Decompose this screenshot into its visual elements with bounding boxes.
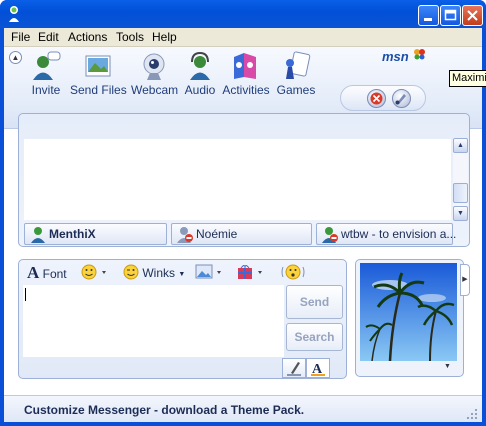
formatting-toolbar: A Font Winks ▼ xyxy=(19,260,346,284)
text-cursor xyxy=(25,288,26,301)
audio-label: Audio xyxy=(184,83,216,97)
msn-logo: msn xyxy=(382,49,409,64)
messenger-app-icon[interactable] xyxy=(6,5,22,23)
games-label: Games xyxy=(276,83,316,97)
conversation-panel: ▲ ▼ MenthiX Noémie wtbw - to envision a.… xyxy=(18,113,470,247)
status-bar: Customize Messenger - download a Theme P… xyxy=(4,395,482,422)
close-icon xyxy=(467,10,478,21)
block-icon xyxy=(370,92,383,105)
menu-tools[interactable]: Tools xyxy=(116,30,144,44)
message-input[interactable] xyxy=(23,285,284,357)
menu-file[interactable]: File xyxy=(11,30,30,44)
font-label: Font xyxy=(42,267,67,281)
scroll-thumb[interactable] xyxy=(453,183,468,203)
menu-help[interactable]: Help xyxy=(152,30,177,44)
games-icon xyxy=(286,51,311,79)
round-button-group xyxy=(340,85,426,111)
nudge-button[interactable] xyxy=(281,263,305,281)
pen-icon xyxy=(287,362,301,376)
text-icon: A xyxy=(311,362,325,377)
contact-tab-noemie[interactable]: Noémie xyxy=(171,223,312,245)
audio-button[interactable]: Audio xyxy=(182,51,218,97)
expand-side-panel-tab[interactable]: ▶ xyxy=(460,264,470,296)
winks-button[interactable]: Winks ▼ xyxy=(123,263,185,281)
messenger-window: File Edit Actions Tools Help ▲ Invite Se… xyxy=(0,0,486,426)
contact-busy-icon xyxy=(322,227,338,243)
maximize-tooltip: Maximize xyxy=(449,70,486,87)
send-files-icon xyxy=(85,55,111,77)
close-button[interactable] xyxy=(462,5,483,26)
background-button[interactable] xyxy=(195,263,225,281)
webcam-icon xyxy=(143,53,165,80)
emoticon-button[interactable] xyxy=(81,263,109,281)
winks-label: Winks xyxy=(142,266,176,280)
scroll-up-button[interactable]: ▲ xyxy=(453,138,468,153)
image-icon xyxy=(195,264,221,279)
contact-name: MenthiX xyxy=(49,227,96,241)
font-icon: A xyxy=(27,263,40,282)
picture-menu-chevron-icon[interactable]: ▼ xyxy=(444,363,451,370)
webcam-label: Webcam xyxy=(131,83,179,97)
invite-icon xyxy=(33,51,61,80)
compose-panel: A Font Winks ▼ Send Search A xyxy=(18,259,347,379)
toolbar-collapse-chevron-icon[interactable]: ▲ xyxy=(9,51,22,64)
maximize-icon xyxy=(444,9,457,21)
invite-button[interactable]: Invite xyxy=(28,51,64,97)
title-bar[interactable] xyxy=(0,0,486,28)
send-files-button[interactable]: Send Files xyxy=(70,51,127,97)
display-picture-frame: ▼ xyxy=(355,259,464,377)
contact-tab-wtbw[interactable]: wtbw - to envision a... xyxy=(316,223,457,245)
chevron-down-icon: ▼ xyxy=(178,271,186,278)
contact-online-icon xyxy=(31,227,45,243)
status-message[interactable]: Customize Messenger - download a Theme P… xyxy=(24,403,304,417)
search-button[interactable]: Search xyxy=(286,323,343,351)
winks-icon xyxy=(123,264,139,280)
smiley-icon xyxy=(81,264,106,280)
display-picture[interactable] xyxy=(360,263,457,361)
contact-name: Noémie xyxy=(196,227,238,241)
gift-icon xyxy=(238,265,262,279)
scroll-down-button[interactable]: ▼ xyxy=(453,206,468,221)
input-mode-tabs: A xyxy=(278,358,330,378)
handwriting-tab[interactable] xyxy=(282,358,306,378)
activities-button[interactable]: Activities xyxy=(222,51,270,97)
activities-icon xyxy=(234,53,256,79)
menu-bar: File Edit Actions Tools Help xyxy=(4,28,482,47)
activities-label: Activities xyxy=(222,83,270,97)
history-scrollbar[interactable]: ▲ ▼ xyxy=(453,138,468,221)
minimize-button[interactable] xyxy=(418,5,439,26)
send-files-label: Send Files xyxy=(70,83,127,97)
games-button[interactable]: Games xyxy=(276,51,316,97)
font-button[interactable]: A Font xyxy=(27,263,67,282)
invite-label: Invite xyxy=(31,83,61,97)
palm-tree-image-icon xyxy=(360,263,457,361)
menu-edit[interactable]: Edit xyxy=(38,30,59,44)
audio-icon xyxy=(190,51,210,80)
paintbrush-icon xyxy=(395,94,406,105)
resize-grip-icon[interactable] xyxy=(466,408,478,420)
conversation-history[interactable] xyxy=(24,139,451,220)
maximize-button[interactable] xyxy=(440,5,461,26)
contact-busy-icon xyxy=(177,227,193,243)
contact-name: wtbw - to envision a... xyxy=(341,227,457,241)
webcam-button[interactable]: Webcam xyxy=(131,51,179,97)
block-button[interactable] xyxy=(367,89,386,108)
client-area: File Edit Actions Tools Help ▲ Invite Se… xyxy=(4,28,486,422)
msn-butterfly-icon xyxy=(414,49,425,60)
change-background-button[interactable] xyxy=(392,89,411,108)
gift-button[interactable] xyxy=(236,263,266,281)
menu-actions[interactable]: Actions xyxy=(68,30,107,44)
nudge-icon xyxy=(281,264,305,280)
send-button[interactable]: Send xyxy=(286,285,343,319)
type-tab[interactable]: A xyxy=(306,358,330,378)
contact-tab-menthix[interactable]: MenthiX xyxy=(24,223,167,245)
minimize-icon xyxy=(424,18,432,21)
